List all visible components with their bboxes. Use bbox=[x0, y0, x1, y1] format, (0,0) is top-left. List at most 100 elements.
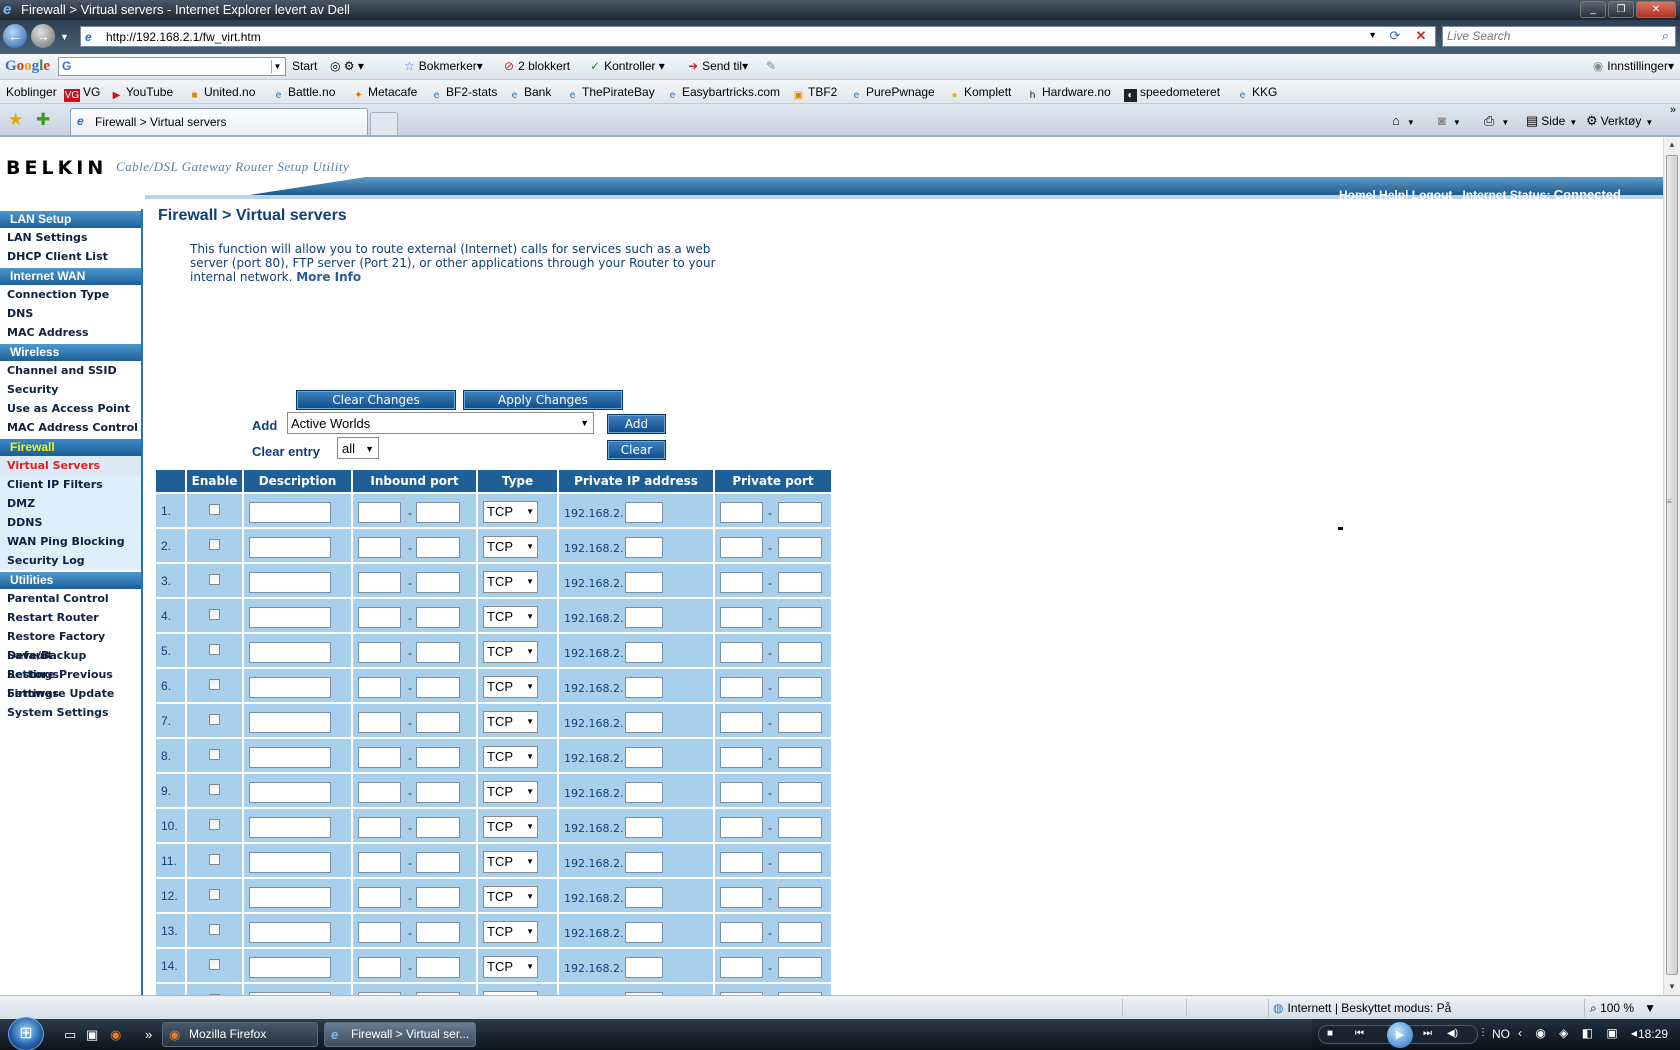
private-port-start-input[interactable] bbox=[720, 747, 763, 768]
maximize-button[interactable]: ❐ bbox=[1608, 1, 1634, 18]
sidebar-item-access-point[interactable]: Use as Access Point bbox=[0, 399, 141, 418]
help-link[interactable]: Help bbox=[1379, 188, 1405, 202]
private-port-end-input[interactable] bbox=[778, 642, 822, 663]
vertical-scrollbar[interactable]: ▲ ≡ ▼ bbox=[1663, 137, 1680, 995]
inbound-port-start-input[interactable] bbox=[358, 677, 401, 698]
popup-blocked-button[interactable]: ⊘ 2 blokkert bbox=[504, 59, 570, 73]
protocol-select[interactable]: TCP ▼ bbox=[483, 571, 538, 593]
description-input[interactable] bbox=[249, 747, 331, 768]
link-vg[interactable]: VG VG bbox=[64, 85, 100, 102]
private-port-end-input[interactable] bbox=[778, 537, 822, 558]
clear-changes-button[interactable]: Clear Changes bbox=[296, 390, 456, 410]
bookmarks-button[interactable]: ☆ Bokmerker▾ bbox=[404, 59, 483, 73]
sidebar-item-ddns[interactable]: DDNS bbox=[0, 513, 141, 532]
sidebar-item-wan-ping-blocking[interactable]: WAN Ping Blocking bbox=[0, 532, 141, 551]
back-button[interactable]: ← bbox=[3, 24, 27, 48]
sidebar-item-security[interactable]: Security bbox=[0, 380, 141, 399]
link-youtube[interactable]: ▶ YouTube bbox=[110, 85, 174, 102]
live-search-input[interactable] bbox=[1447, 29, 1647, 43]
link-easybartricks[interactable]: e Easybartricks.com bbox=[666, 85, 780, 102]
inbound-port-start-input[interactable] bbox=[358, 922, 401, 943]
tab-firewall-virtual-servers[interactable]: e Firewall > Virtual servers bbox=[70, 108, 368, 135]
start-button[interactable]: ⊞ bbox=[8, 1017, 44, 1050]
private-port-end-input[interactable] bbox=[778, 922, 822, 943]
search-icon[interactable]: ⌕ bbox=[1662, 28, 1669, 44]
description-input[interactable] bbox=[249, 852, 331, 873]
enable-checkbox[interactable] bbox=[209, 853, 220, 865]
inbound-port-start-input[interactable] bbox=[358, 607, 401, 628]
inbound-port-start-input[interactable] bbox=[358, 852, 401, 873]
tray-icons[interactable]: ‹ ◉ ◈ ◧ ▣ ◂ bbox=[1518, 1026, 1642, 1040]
sidebar-item-virtual-servers[interactable]: Virtual Servers bbox=[0, 456, 141, 475]
protocol-select[interactable]: TCP ▼ bbox=[483, 711, 538, 733]
link-bf2stats[interactable]: e BF2-stats bbox=[430, 85, 498, 102]
private-port-start-input[interactable] bbox=[720, 537, 763, 558]
private-port-start-input[interactable] bbox=[720, 712, 763, 733]
inbound-port-end-input[interactable] bbox=[416, 817, 460, 838]
link-komplett[interactable]: ● Komplett bbox=[948, 85, 1011, 102]
media-menu-icon[interactable]: ⋮ bbox=[1478, 1027, 1488, 1038]
private-ip-last-octet-input[interactable] bbox=[625, 607, 663, 628]
inbound-port-start-input[interactable] bbox=[358, 957, 401, 978]
private-port-start-input[interactable] bbox=[720, 607, 763, 628]
sidebar-item-firmware-update[interactable]: Firmware Update bbox=[0, 684, 141, 703]
tools-menu-button[interactable]: ⚙ Verktøy ▼ bbox=[1586, 113, 1653, 129]
zoom-level[interactable]: ⌕ 100 % ▼ bbox=[1590, 1001, 1656, 1016]
google-start-button[interactable]: Start bbox=[292, 59, 317, 73]
private-ip-last-octet-input[interactable] bbox=[625, 852, 663, 873]
spellcheck-button[interactable]: ✓ Kontroller ▾ bbox=[590, 59, 665, 73]
sidebar-item-save-backup[interactable]: Save/Backup Settings bbox=[0, 646, 141, 681]
enable-checkbox[interactable] bbox=[209, 888, 220, 900]
inbound-port-end-input[interactable] bbox=[416, 642, 460, 663]
page-menu-button[interactable]: ▤ Side ▼ bbox=[1526, 113, 1577, 129]
inbound-port-start-input[interactable] bbox=[358, 887, 401, 908]
private-port-start-input[interactable] bbox=[720, 502, 763, 523]
private-port-end-input[interactable] bbox=[778, 817, 822, 838]
description-input[interactable] bbox=[249, 712, 331, 733]
private-port-start-input[interactable] bbox=[720, 677, 763, 698]
private-ip-last-octet-input[interactable] bbox=[625, 537, 663, 558]
inbound-port-end-input[interactable] bbox=[416, 922, 460, 943]
logout-link[interactable]: Logout bbox=[1412, 188, 1453, 202]
link-metacafe[interactable]: ✦ Metacafe bbox=[352, 85, 417, 102]
sidebar-head-lan-setup[interactable]: LAN Setup bbox=[0, 211, 141, 228]
minimize-button[interactable]: _ bbox=[1580, 1, 1606, 18]
private-port-end-input[interactable] bbox=[778, 572, 822, 593]
google-pagerank-icon[interactable]: ◎ ⚙ ▾ bbox=[330, 59, 364, 73]
description-input[interactable] bbox=[249, 677, 331, 698]
home-link[interactable]: Home bbox=[1339, 188, 1372, 202]
protocol-select[interactable]: TCP ▼ bbox=[483, 956, 538, 978]
inbound-port-start-input[interactable] bbox=[358, 782, 401, 803]
new-tab-button[interactable] bbox=[370, 112, 398, 135]
inbound-port-start-input[interactable] bbox=[358, 817, 401, 838]
google-search-dropdown-icon[interactable]: ▼ bbox=[271, 60, 283, 73]
sidebar-item-lan-settings[interactable]: LAN Settings bbox=[0, 228, 141, 247]
security-zone[interactable]: ◍ Internett | Beskyttet modus: På bbox=[1273, 1001, 1451, 1015]
enable-checkbox[interactable] bbox=[209, 923, 220, 935]
volume-icon[interactable]: ◀) bbox=[1447, 1028, 1458, 1039]
scroll-down-icon[interactable]: ▼ bbox=[1664, 979, 1680, 995]
enable-checkbox[interactable] bbox=[209, 678, 220, 690]
private-port-start-input[interactable] bbox=[720, 782, 763, 803]
private-ip-last-octet-input[interactable] bbox=[625, 712, 663, 733]
description-input[interactable] bbox=[249, 572, 331, 593]
private-ip-last-octet-input[interactable] bbox=[625, 782, 663, 803]
home-button[interactable]: ⌂ ▼ bbox=[1392, 113, 1415, 128]
sidebar-item-dhcp-client-list[interactable]: DHCP Client List bbox=[0, 247, 141, 266]
inbound-port-end-input[interactable] bbox=[416, 712, 460, 733]
live-search-box[interactable]: ⌕ bbox=[1442, 26, 1676, 47]
previous-icon[interactable]: ⏮ bbox=[1355, 1028, 1364, 1039]
send-to-button[interactable]: ➜ Send til▾ bbox=[688, 59, 748, 73]
google-settings-button[interactable]: ◉ Innstillinger▾ bbox=[1593, 59, 1674, 73]
sidebar-item-client-ip-filters[interactable]: Client IP Filters bbox=[0, 475, 141, 494]
link-purepwnage[interactable]: e PurePwnage bbox=[850, 85, 935, 102]
print-button[interactable]: ⎙ ▼ bbox=[1484, 113, 1509, 129]
protocol-select[interactable]: TCP ▼ bbox=[483, 606, 538, 628]
private-ip-last-octet-input[interactable] bbox=[625, 817, 663, 838]
add-favorite-icon[interactable]: ✚ bbox=[36, 110, 50, 130]
link-kkg[interactable]: e KKG bbox=[1236, 85, 1278, 102]
clear-entry-select[interactable]: all ▼ bbox=[337, 437, 379, 459]
private-port-start-input[interactable] bbox=[720, 642, 763, 663]
description-input[interactable] bbox=[249, 642, 331, 663]
inbound-port-start-input[interactable] bbox=[358, 747, 401, 768]
